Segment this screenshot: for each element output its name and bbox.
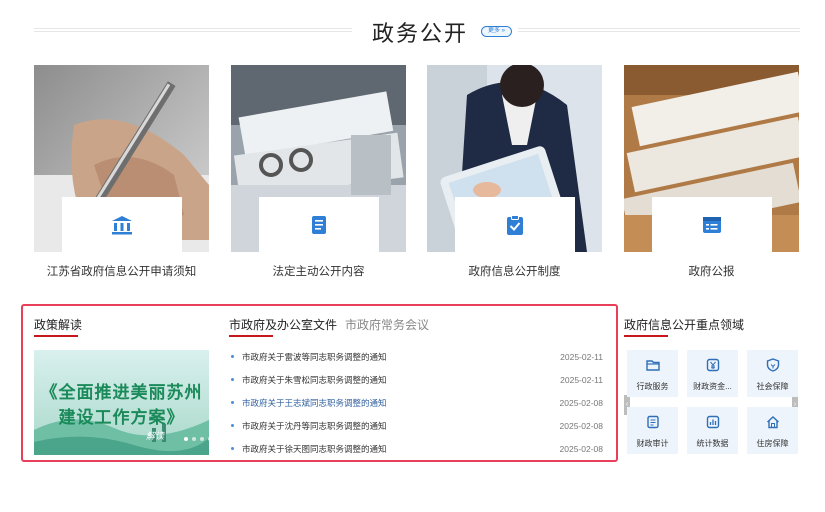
bar-chart-icon — [706, 415, 719, 429]
section-header: 政务公开 更多 » — [0, 0, 825, 62]
item-title[interactable]: 市政府关于沈丹等同志职务调整的通知 — [242, 420, 560, 432]
tile-label: 统计数据 — [696, 439, 729, 448]
tile-label: 行政服务 — [636, 382, 669, 391]
tile-statistics[interactable]: 统计数据 — [687, 407, 738, 454]
audit-icon — [646, 415, 659, 429]
card-application-notice[interactable]: 江苏省政府信息公开申请须知 — [34, 65, 209, 285]
tile-label: 财政资金... — [693, 382, 732, 391]
card-icon-box — [652, 197, 772, 252]
item-date: 2025-02-08 — [559, 420, 603, 431]
bullet-icon — [231, 424, 234, 427]
bulletin-icon — [703, 216, 721, 233]
card-label[interactable]: 法定主动公开内容 — [231, 263, 406, 279]
tab-active-underline — [229, 335, 273, 337]
tile-housing[interactable]: 住房保障 — [747, 407, 798, 454]
key-areas-heading[interactable]: 政府信息公开重点领域 — [624, 316, 744, 333]
banner-pagination — [184, 437, 209, 441]
government-building-icon — [112, 215, 132, 234]
tab-executive-meeting[interactable]: 市政府常务会议 — [345, 316, 429, 333]
tile-fiscal-funds[interactable]: 财政资金... — [687, 350, 738, 397]
banner-title-line1: 《全面推进美丽苏州 — [40, 383, 203, 402]
list-item[interactable]: 市政府关于沈丹等同志职务调整的通知 2025-02-08 — [229, 414, 603, 437]
list-item[interactable]: 市政府关于徐天图同志职务调整的通知 2025-02-08 — [229, 437, 603, 460]
more-button[interactable]: 更多 » — [481, 26, 512, 37]
list-item[interactable]: 市政府关于雷波等同志职务调整的通知 2025-02-11 — [229, 345, 603, 368]
item-title[interactable]: 市政府关于朱雪松同志职务调整的通知 — [242, 374, 560, 386]
pagination-dot[interactable] — [208, 437, 209, 441]
list-item[interactable]: 市政府关于朱雪松同志职务调整的通知 2025-02-11 — [229, 368, 603, 391]
pagination-dot[interactable] — [184, 437, 188, 441]
tile-label: 财政审计 — [636, 439, 669, 448]
pagination-dot[interactable] — [192, 437, 196, 441]
tile-fiscal-audit[interactable]: 财政审计 — [627, 407, 678, 454]
item-title[interactable]: 市政府关于徐天图同志职务调整的通知 — [242, 443, 560, 455]
tile-administrative-service[interactable]: 行政服务 — [627, 350, 678, 397]
card-gazette[interactable]: 政府公报 — [624, 65, 799, 285]
tab-municipal-documents[interactable]: 市政府及办公室文件 — [229, 316, 337, 333]
banner-title-line2: 建设工作方案》 — [58, 408, 185, 427]
bullet-icon — [231, 355, 234, 358]
card-label[interactable]: 政府公报 — [624, 263, 799, 279]
document-list: 市政府关于雷波等同志职务调整的通知 2025-02-11 市政府关于朱雪松同志职… — [229, 345, 603, 460]
shield-icon — [766, 358, 779, 372]
header-rule-left — [34, 28, 352, 34]
card-disclosure-system[interactable]: 政府信息公开制度 — [427, 65, 602, 285]
policy-heading[interactable]: 政策解读 — [34, 316, 82, 333]
pagination-dot[interactable] — [200, 437, 204, 441]
tile-social-security[interactable]: 社会保障 — [747, 350, 798, 397]
bullet-icon — [231, 401, 234, 404]
item-date: 2025-02-11 — [560, 351, 603, 362]
item-date: 2025-02-08 — [559, 397, 603, 408]
card-icon-box — [62, 197, 182, 252]
key-areas-underline — [624, 335, 668, 337]
banner-tag: 解读 — [146, 431, 165, 441]
card-icon-box — [455, 197, 575, 252]
item-date: 2025-02-11 — [560, 374, 603, 385]
policy-banner[interactable]: 《全面推进美丽苏州 建设工作方案》 解读 — [34, 350, 209, 455]
clipboard-check-icon — [507, 214, 523, 235]
header-rule-right — [518, 28, 800, 34]
tile-label: 社会保障 — [756, 382, 789, 391]
item-title[interactable]: 市政府关于雷波等同志职务调整的通知 — [242, 351, 560, 363]
bullet-icon — [231, 378, 234, 381]
yuan-icon — [706, 358, 719, 372]
folder-icon — [645, 360, 660, 371]
item-title[interactable]: 市政府关于王志斌同志职务调整的通知 — [242, 397, 560, 409]
card-icon-box — [259, 197, 379, 252]
document-icon — [312, 215, 326, 234]
policy-heading-underline — [34, 335, 78, 337]
house-icon — [766, 416, 779, 429]
card-label[interactable]: 江苏省政府信息公开申请须知 — [34, 263, 209, 279]
card-label[interactable]: 政府信息公开制度 — [427, 263, 602, 279]
tile-label: 住房保障 — [756, 439, 789, 448]
key-areas-grid: 行政服务 财政资金... 社会保障 财政审计 统计数据 住房保障 — [627, 350, 798, 456]
bullet-icon — [231, 447, 234, 450]
card-mandatory-disclosure[interactable]: 法定主动公开内容 — [231, 65, 406, 285]
item-date: 2025-02-08 — [559, 443, 603, 454]
section-title: 政务公开 — [372, 21, 469, 46]
list-item[interactable]: 市政府关于王志斌同志职务调整的通知 2025-02-08 — [229, 391, 603, 414]
